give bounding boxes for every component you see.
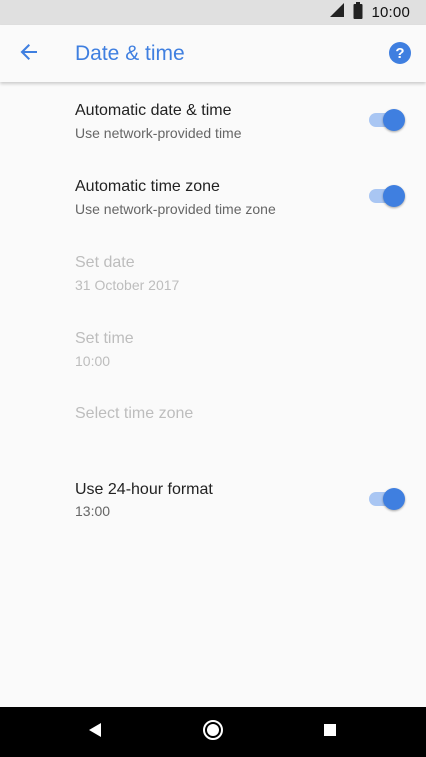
back-button[interactable]	[14, 39, 44, 69]
toggle-thumb	[383, 109, 405, 131]
back-triangle-icon	[88, 722, 102, 743]
setting-title: Automatic time zone	[75, 178, 220, 195]
setting-set-time[interactable]: Set time 10:00	[0, 327, 426, 403]
automatic-date-time-toggle[interactable]	[369, 109, 405, 131]
battery-icon	[353, 1, 363, 24]
setting-title: Set time	[75, 330, 134, 347]
setting-summary: 13:00	[75, 503, 111, 519]
setting-summary: Use network-provided time zone	[75, 201, 276, 217]
toggle-thumb	[383, 488, 405, 510]
setting-title: Use 24-hour format	[75, 481, 213, 498]
use-24-hour-format-toggle[interactable]	[369, 488, 405, 510]
page-title: Date & time	[75, 42, 185, 65]
nav-recents-button[interactable]	[300, 707, 360, 757]
setting-set-date[interactable]: Set date 31 October 2017	[0, 251, 426, 327]
recents-square-icon	[323, 723, 337, 742]
setting-use-24-hour-format[interactable]: Use 24-hour format 13:00	[0, 478, 426, 554]
status-icons: 10:00	[329, 0, 410, 25]
nav-home-button[interactable]	[183, 707, 243, 757]
status-time: 10:00	[371, 4, 410, 21]
setting-summary: 31 October 2017	[75, 277, 180, 293]
back-arrow-icon	[19, 42, 39, 67]
setting-summary: 10:00	[75, 353, 111, 369]
automatic-time-zone-toggle[interactable]	[369, 185, 405, 207]
help-icon: ?	[395, 44, 405, 62]
setting-select-time-zone[interactable]: Select time zone	[0, 403, 426, 479]
setting-title: Select time zone	[75, 405, 194, 422]
app-bar: Date & time ?	[0, 25, 426, 82]
status-bar: 10:00	[0, 0, 426, 25]
setting-summary: Use network-provided time	[75, 125, 242, 141]
setting-automatic-date-time[interactable]: Automatic date & time Use network-provid…	[0, 99, 426, 175]
home-circle-icon	[202, 719, 224, 746]
nav-back-button[interactable]	[65, 707, 125, 757]
setting-title: Automatic date & time	[75, 102, 232, 119]
setting-automatic-time-zone[interactable]: Automatic time zone Use network-provided…	[0, 175, 426, 251]
signal-icon	[329, 2, 345, 23]
navigation-bar	[0, 707, 426, 757]
toggle-thumb	[383, 185, 405, 207]
help-button[interactable]: ?	[389, 42, 411, 64]
setting-title: Set date	[75, 254, 135, 271]
